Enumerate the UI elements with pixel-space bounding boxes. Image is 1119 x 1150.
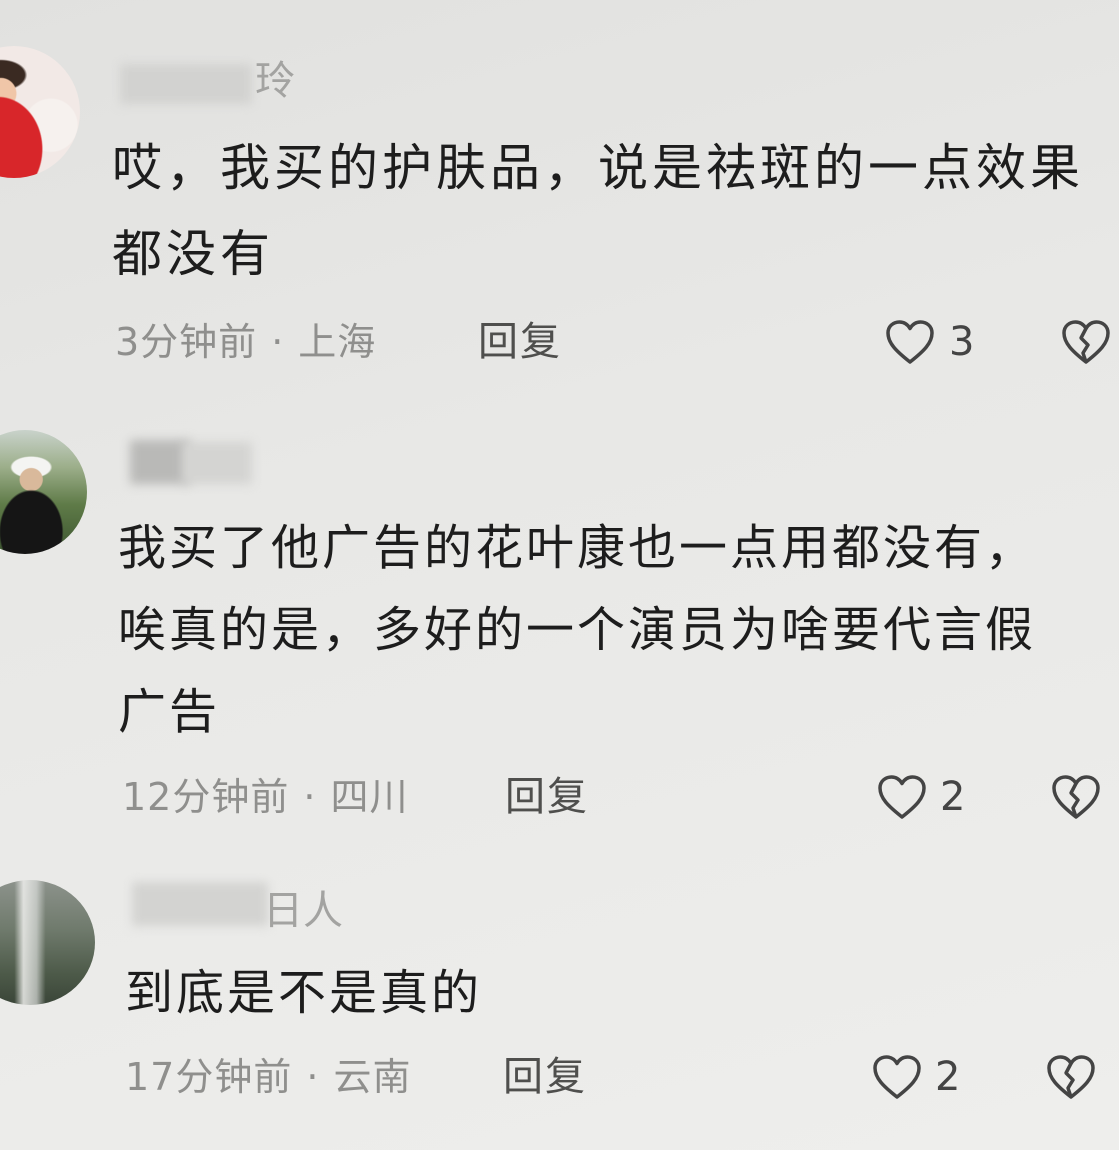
reply-button[interactable]: 回复 bbox=[503, 1052, 587, 1102]
like-count: 2 bbox=[935, 1054, 961, 1100]
comment-location: 云南 bbox=[333, 1055, 412, 1099]
like-count: 2 bbox=[940, 774, 966, 820]
comment-text: 到底是不是真的 bbox=[125, 967, 482, 1019]
comment-meta: 17分钟前 · 云南 bbox=[125, 1052, 411, 1102]
comment-text-line: 唉真的是，多好的一个演员为啥要代言假 bbox=[118, 602, 1037, 658]
heart-outline-icon[interactable] bbox=[876, 773, 928, 821]
meta-separator: · bbox=[271, 320, 285, 364]
comment-location: 上海 bbox=[298, 320, 377, 364]
username[interactable]: 玲 bbox=[255, 58, 295, 104]
meta-separator: · bbox=[306, 1055, 320, 1099]
heart-outline-icon[interactable] bbox=[884, 318, 936, 366]
comment-time: 12分钟前 bbox=[122, 775, 290, 819]
comment-time: 3分钟前 bbox=[115, 320, 258, 364]
comment-meta: 12分钟前 · 四川 bbox=[122, 772, 408, 822]
comment-text: 哎，我买的护肤品，说是祛斑的一点效果 都没有 bbox=[112, 125, 1084, 297]
reply-button[interactable]: 回复 bbox=[478, 317, 562, 367]
avatar[interactable] bbox=[0, 46, 80, 178]
avatar[interactable] bbox=[0, 430, 87, 554]
username-blur bbox=[130, 440, 190, 484]
meta-separator: · bbox=[303, 775, 317, 819]
broken-heart-icon[interactable] bbox=[1045, 1053, 1097, 1101]
username-blur bbox=[182, 442, 252, 484]
username[interactable]: 日人 bbox=[263, 888, 343, 934]
comment-meta: 3分钟前 · 上海 bbox=[115, 317, 376, 367]
comment-text-line: 我买了他广告的花叶康也一点用都没有， bbox=[118, 520, 1037, 576]
reply-button[interactable]: 回复 bbox=[505, 772, 589, 822]
comment-location: 四川 bbox=[330, 775, 409, 819]
username-blur bbox=[120, 64, 252, 104]
broken-heart-icon[interactable] bbox=[1050, 773, 1102, 821]
comment-time: 17分钟前 bbox=[125, 1055, 293, 1099]
username-blur bbox=[132, 882, 268, 926]
broken-heart-icon[interactable] bbox=[1060, 318, 1112, 366]
avatar[interactable] bbox=[0, 880, 95, 1005]
comment-text-line: 到底是不是真的 bbox=[125, 965, 483, 1021]
heart-outline-icon[interactable] bbox=[871, 1053, 923, 1101]
comment-text: 我买了他广告的花叶康也一点用都没有， 唉真的是，多好的一个演员为啥要代言假 广告 bbox=[118, 507, 1036, 753]
comment-text-line: 都没有 bbox=[112, 225, 274, 283]
comment-text-line: 广告 bbox=[118, 684, 221, 740]
like-count: 3 bbox=[949, 319, 975, 365]
comment-text-line: 哎，我买的护肤品，说是祛斑的一点效果 bbox=[112, 139, 1084, 197]
